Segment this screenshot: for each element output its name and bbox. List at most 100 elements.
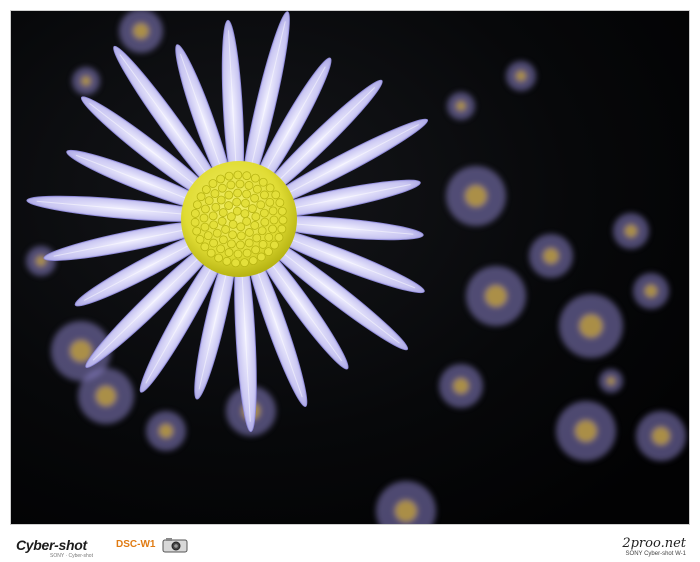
floret: [192, 200, 202, 210]
floret: [256, 252, 266, 262]
bokeh-flower: [146, 411, 186, 451]
floret: [190, 209, 200, 218]
floret: [258, 240, 268, 249]
floret: [208, 211, 218, 221]
floret: [208, 179, 218, 188]
floret: [245, 228, 254, 237]
floret: [264, 232, 274, 242]
bokeh-flower: [599, 369, 623, 393]
floret: [240, 258, 249, 268]
floret: [252, 184, 262, 194]
floret: [252, 233, 262, 243]
floret: [224, 190, 234, 200]
floret: [278, 215, 288, 225]
floret: [275, 198, 285, 208]
floret: [250, 193, 260, 203]
floret: [228, 220, 238, 229]
floret: [214, 253, 224, 263]
floret: [192, 226, 202, 236]
floret: [224, 201, 233, 210]
floret: [268, 224, 277, 234]
floret: [236, 231, 246, 241]
bokeh-flower: [446, 166, 506, 226]
floret: [224, 171, 234, 181]
floret: [271, 190, 281, 200]
floret: [248, 204, 257, 213]
floret: [257, 226, 267, 236]
floret: [212, 228, 222, 238]
floret: [206, 248, 216, 258]
floret: [233, 188, 242, 198]
photo-frame: [10, 10, 690, 525]
floret: [258, 177, 268, 187]
floret: [251, 245, 261, 255]
floret: [233, 170, 243, 180]
daisy-photo: [11, 11, 689, 524]
floret: [236, 240, 245, 250]
floret: [201, 204, 210, 214]
floret: [277, 206, 287, 216]
bokeh-flower: [439, 364, 483, 408]
floret: [259, 208, 269, 218]
bokeh-flower: [119, 11, 163, 53]
floret: [204, 196, 214, 206]
floret: [235, 179, 245, 189]
floret: [251, 212, 261, 222]
bokeh-flower: [556, 401, 616, 461]
floret: [200, 242, 210, 252]
floret: [242, 248, 252, 258]
floret: [218, 208, 228, 217]
camera-icon: [162, 538, 188, 553]
floret: [269, 215, 279, 225]
floret: [265, 197, 275, 207]
floret: [232, 206, 242, 216]
bokeh-flower: [613, 213, 649, 249]
bokeh-flower: [529, 234, 573, 278]
floret: [250, 173, 260, 183]
floret: [203, 231, 213, 241]
floret: [260, 217, 270, 227]
bokeh-flower: [633, 273, 669, 309]
floret: [236, 222, 246, 232]
floret: [201, 185, 211, 194]
floret: [250, 221, 260, 230]
floret: [248, 256, 258, 266]
floret: [264, 247, 273, 257]
watermark-footer: Cyber-shot SONY · Cyber-shot DSC-W1 2pro…: [0, 530, 700, 562]
floret: [216, 174, 226, 184]
floret: [226, 180, 236, 190]
floret: [217, 183, 227, 193]
bokeh-flower: [506, 61, 536, 91]
bokeh-flower: [466, 266, 526, 326]
floret: [274, 232, 284, 242]
floret: [277, 224, 287, 234]
floret: [227, 239, 236, 249]
floret: [190, 217, 200, 227]
floret: [216, 244, 226, 254]
cybershot-logo: Cyber-shot: [16, 537, 87, 553]
camera-model-label: DSC-W1: [116, 539, 156, 550]
floret: [209, 220, 219, 230]
floret: [244, 238, 254, 248]
floret: [216, 195, 226, 205]
floret: [195, 234, 205, 244]
floret: [270, 240, 279, 250]
floret: [242, 189, 251, 199]
site-watermark-sub: SONY Cyber-shot W-1: [625, 551, 686, 557]
floret: [200, 222, 210, 232]
floret: [211, 202, 221, 212]
floret: [233, 249, 243, 259]
floret: [240, 209, 250, 218]
floret: [199, 213, 209, 223]
floret: [217, 216, 227, 226]
floret: [244, 181, 254, 190]
bokeh-flower: [26, 246, 56, 276]
floret: [231, 258, 241, 268]
floret: [256, 200, 266, 210]
floret: [260, 190, 269, 200]
bokeh-flower: [72, 67, 100, 95]
cybershot-logo-sub: SONY · Cyber-shot: [50, 553, 93, 559]
floret: [210, 189, 220, 198]
floret: [265, 183, 275, 193]
bokeh-flower: [559, 294, 623, 358]
